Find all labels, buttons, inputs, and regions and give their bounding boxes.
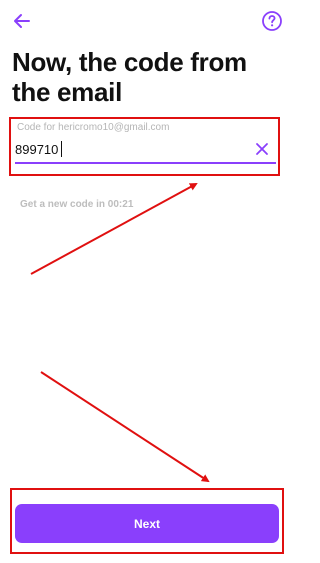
next-button[interactable]: Next bbox=[15, 504, 279, 543]
code-input[interactable] bbox=[15, 139, 243, 159]
annotation-arrow-to-next-button bbox=[40, 371, 210, 483]
annotation-arrow-to-code-field bbox=[30, 183, 198, 275]
clear-icon[interactable] bbox=[254, 141, 270, 157]
resend-code-timer: Get a new code in 00:21 bbox=[20, 199, 134, 210]
code-field-underline bbox=[15, 162, 276, 164]
code-field-label: Code for hericromo10@gmail.com bbox=[17, 122, 170, 133]
help-icon[interactable] bbox=[261, 10, 283, 32]
text-cursor bbox=[61, 141, 62, 157]
back-arrow-icon[interactable] bbox=[10, 9, 34, 33]
page-title: Now, the code from the email bbox=[12, 47, 247, 107]
